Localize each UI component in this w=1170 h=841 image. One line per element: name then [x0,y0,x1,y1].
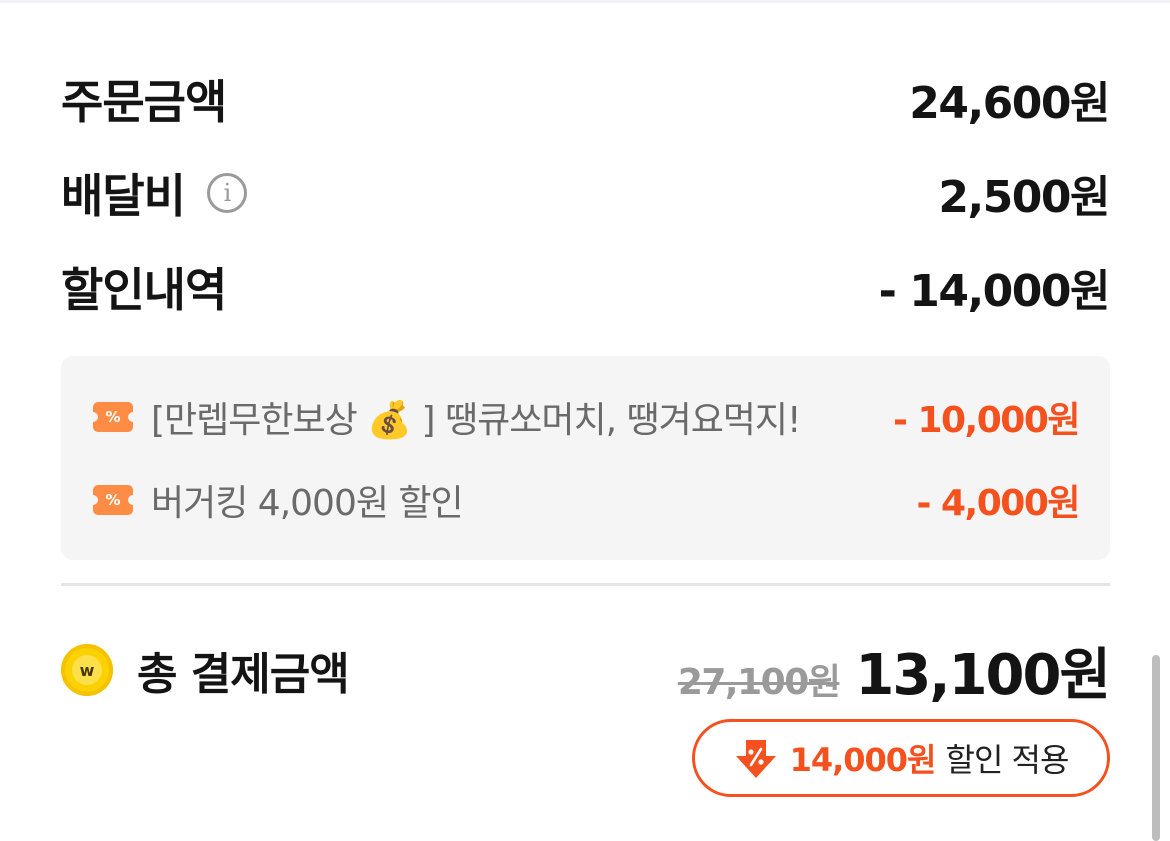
discount-item-amount: - 10,000원 [892,400,1081,441]
order-amount-row: 주문금액 24,600원 [61,66,1110,132]
discount-value: - 14,000원 [878,266,1111,317]
total-payment-prices: 27,100원 13,100원 [677,630,1111,711]
info-icon[interactable]: i [206,173,247,213]
delivery-fee-row: 배달비 i 2,500원 [61,160,1110,226]
final-price: 13,100원 [855,642,1111,708]
discount-row: 할인내역 - 14,000원 [61,254,1111,320]
discount-item-name: [만렙무한보상 💰 ] 땡큐쏘머치, 땡겨요먹지! [151,400,801,441]
discount-details-box: % [만렙무한보상 💰 ] 땡큐쏘머치, 땡겨요먹지! - 10,000원 % … [61,356,1110,560]
original-price: 27,100원 [677,661,841,703]
discount-item-left: % [만렙무한보상 💰 ] 땡큐쏘머치, 땡겨요먹지! [88,391,801,443]
delivery-fee-value: 2,500원 [938,172,1110,223]
won-coin-icon: w [61,644,113,696]
delivery-fee-label: 배달비 [61,169,186,223]
total-payment-left: w 총 결제금액 [61,638,350,702]
section-divider [61,583,1110,586]
discount-applied-badge: 14,000원 할인 적용 [692,719,1110,797]
coupon-icon: % [88,485,138,515]
order-amount-label: 주문금액 [61,75,227,129]
scrollbar[interactable] [1152,655,1160,841]
discount-item: % 버거킹 4,000원 할인 - 4,000원 [88,474,1081,526]
delivery-fee-label-wrap: 배달비 i [61,160,247,226]
total-payment-label: 총 결제금액 [137,649,350,700]
coupon-icon: % [88,402,138,432]
badge-discount-amount: 14,000원 [789,741,937,779]
total-payment-row: w 총 결제금액 27,100원 13,100원 [61,630,1111,711]
discount-item-name: 버거킹 4,000원 할인 [151,483,464,524]
discount-down-arrow-icon [734,736,778,780]
top-divider [0,0,1170,3]
discount-item-amount: - 4,000원 [916,483,1081,524]
discount-item-left: % 버거킹 4,000원 할인 [88,474,464,526]
discount-label: 할인내역 [61,263,227,317]
badge-text: 할인 적용 [945,741,1070,779]
discount-item: % [만렙무한보상 💰 ] 땡큐쏘머치, 땡겨요먹지! - 10,000원 [88,391,1081,443]
order-amount-value: 24,600원 [909,78,1110,129]
